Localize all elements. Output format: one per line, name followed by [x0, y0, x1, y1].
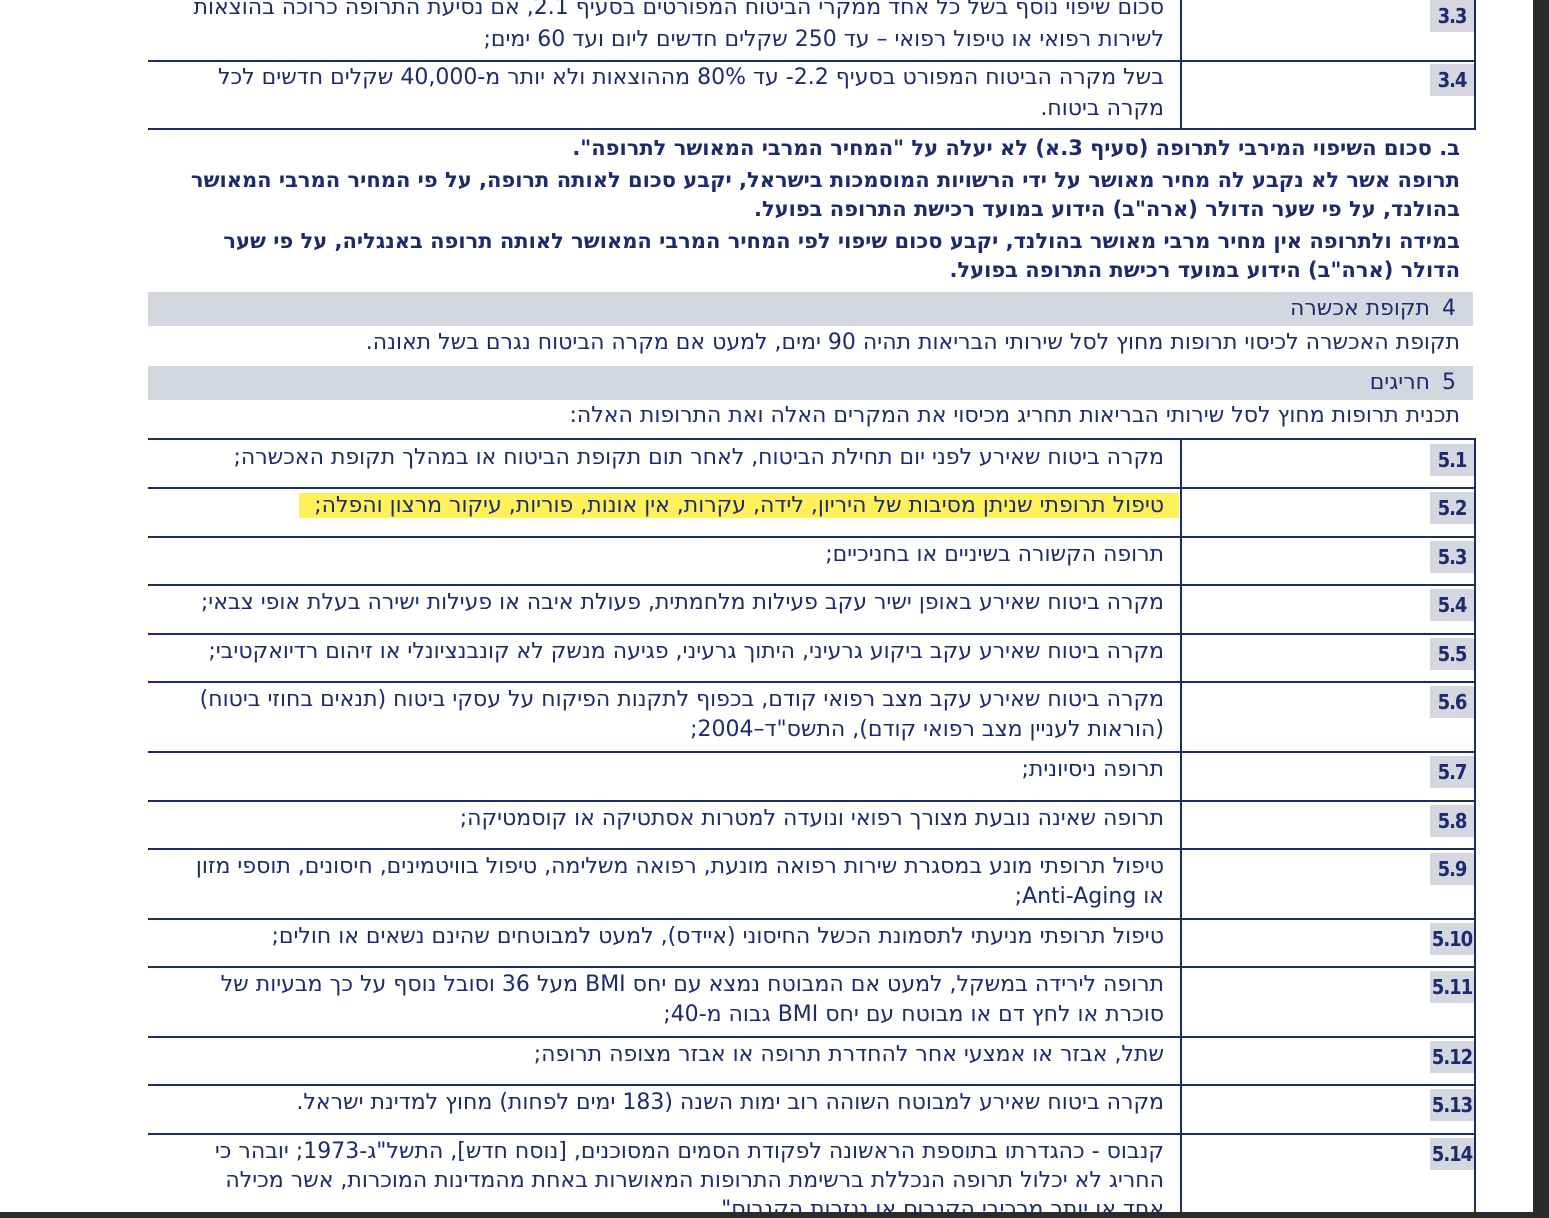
table-divider [1180, 62, 1182, 128]
clause-b-line: במידה ולתרופה אין מחיר מרבי מאושר בהולנד… [223, 229, 1460, 253]
row-number: 5.13 [1430, 1089, 1474, 1121]
row-separator [148, 1084, 1476, 1086]
row-text-line: טיפול תרופתי מונע במסגרת שירות רפואה מונ… [195, 854, 1164, 879]
row-text-line: לשירות רפואי או טיפול רפואי – עד 250 שקל… [483, 27, 1164, 52]
row-separator [148, 800, 1476, 802]
row-number: 5.14 [1430, 1138, 1474, 1170]
row-number: 5.8 [1430, 805, 1474, 837]
row-number: 5.11 [1430, 971, 1474, 1003]
row-text-line: מקרה ביטוח שאירע עקב מצב רפואי קודם, בכפ… [199, 687, 1164, 712]
section-4-title: תקופת אכשרה [1290, 296, 1430, 321]
row-separator [148, 751, 1476, 753]
row-text-line: מקרה ביטוח שאירע לפני יום תחילת הביטוח, … [233, 445, 1164, 470]
clause-b-line: בהולנד, על פי שער הדולר (ארה"ב) הידוע במ… [753, 197, 1460, 221]
row-number: 5.12 [1430, 1041, 1474, 1073]
row-text-line: קנבוס - כהגדרתו בתוספת הראשונה לפקודת הס… [214, 1139, 1164, 1164]
section-5-number: 5 [1442, 370, 1456, 395]
row-separator [148, 487, 1476, 489]
row-text-line: (הוראות לעניין מצב רפואי קודם), התשס"ד–2… [690, 717, 1164, 742]
row-text-line: מקרה ביטוח שאירע באופן ישיר עקב פעילות מ… [200, 590, 1164, 615]
row-text-line: שתל, אבזר או אמצעי אחר להחדרת תרופה או א… [533, 1042, 1164, 1067]
row-text-line: סוכרת או לחץ דם או מבוטח עם יחס BMI גבוה… [663, 1002, 1164, 1027]
viewer-right-edge [1533, 0, 1549, 1218]
table-border [1474, 0, 1476, 130]
row-text-line: מקרה ביטוח. [1040, 96, 1164, 121]
section-5-title: חריגים [1369, 370, 1430, 395]
row-text-line: תרופה הקשורה בשיניים או בחניכיים; [825, 542, 1164, 567]
row-text-line: טיפול תרופתי מניעתי לתסמונת הכשל החיסוני… [271, 924, 1164, 949]
row-number: 5.6 [1430, 686, 1474, 718]
row-text-line: תרופה ניסיונית; [1021, 757, 1165, 782]
row-separator [148, 128, 1476, 130]
row-separator [148, 536, 1476, 538]
section-5-intro: תכנית תרופות מחוץ לסל שירותי הבריאות תחר… [569, 403, 1460, 428]
row-text-line: או Anti-Aging; [1014, 884, 1164, 909]
clause-b-heading: ב. סכום השיפוי המירבי לתרופה (סעיף 3.א) … [572, 136, 1460, 160]
row-number: 5.5 [1430, 638, 1474, 670]
section-4-band [148, 292, 1473, 326]
row-number: 5.4 [1430, 589, 1474, 621]
row-text-line: מקרה ביטוח שאירע עקב ביקוע גרעיני, היתוך… [208, 639, 1164, 664]
row-number: 3.3 [1430, 0, 1474, 32]
row-text-line: אחד או יותר מרכיבי הקנבוס או נגזרות הקנב… [721, 1197, 1164, 1212]
row-number: 5.3 [1430, 541, 1474, 573]
row-number: 3.4 [1430, 64, 1474, 96]
table-divider [1180, 0, 1182, 60]
section-5-band [148, 366, 1473, 400]
text-highlight: טיפול תרופתי שניתן מסיבות של היריון, ליד… [299, 493, 1179, 518]
row-number: 5.9 [1430, 853, 1474, 885]
row-text-line: סכום שיפוי נוסף בשל כל אחד ממקרי הביטוח … [193, 0, 1165, 20]
clause-b-line: הדולר (ארה"ב) הידוע במועד רכישת התרופה ב… [949, 258, 1460, 282]
row-number: 5.7 [1430, 756, 1474, 788]
clause-b-line: תרופה אשר לא נקבע לה מחיר מאושר על ידי ה… [190, 168, 1460, 192]
table-border [1474, 438, 1476, 1212]
row-text-line: מקרה ביטוח שאירע למבוטח השוהה רוב ימות ה… [296, 1090, 1164, 1115]
row-text-line: בשל מקרה הביטוח המפורט בסעיף 2.2- עד 80%… [218, 65, 1164, 90]
row-separator [148, 1133, 1476, 1135]
row-text-line: תרופה שאינה נובעת מצורך רפואי ונועדה למט… [459, 806, 1164, 831]
row-number: 5.1 [1430, 444, 1474, 476]
section-4-text: תקופת האכשרה לכיסוי תרופות מחוץ לסל שירו… [365, 330, 1460, 355]
row-text-line: תרופה לירידה במשקל, למעט אם המבוטח נמצא … [220, 972, 1164, 997]
row-text-line: החריג לא יכלול תרופה הנכללת ברשימת התרופ… [225, 1168, 1164, 1193]
row-number: 5.10 [1430, 923, 1474, 955]
row-separator [148, 633, 1476, 635]
document-page: 3.3 סכום שיפוי נוסף בשל כל אחד ממקרי הבי… [0, 0, 1533, 1212]
row-separator [148, 966, 1476, 968]
table-divider [1180, 438, 1182, 1212]
highlighted-row-text: טיפול תרופתי שניתן מסיבות של היריון, ליד… [299, 490, 1179, 522]
row-separator [148, 1036, 1476, 1038]
section-4-number: 4 [1442, 296, 1456, 321]
row-separator [148, 918, 1476, 920]
row-separator [148, 681, 1476, 683]
row-number: 5.2 [1430, 492, 1474, 524]
table-top-border [148, 438, 1476, 440]
row-separator [148, 848, 1476, 850]
viewer-bottom-edge [0, 1212, 1549, 1218]
row-separator [148, 584, 1476, 586]
